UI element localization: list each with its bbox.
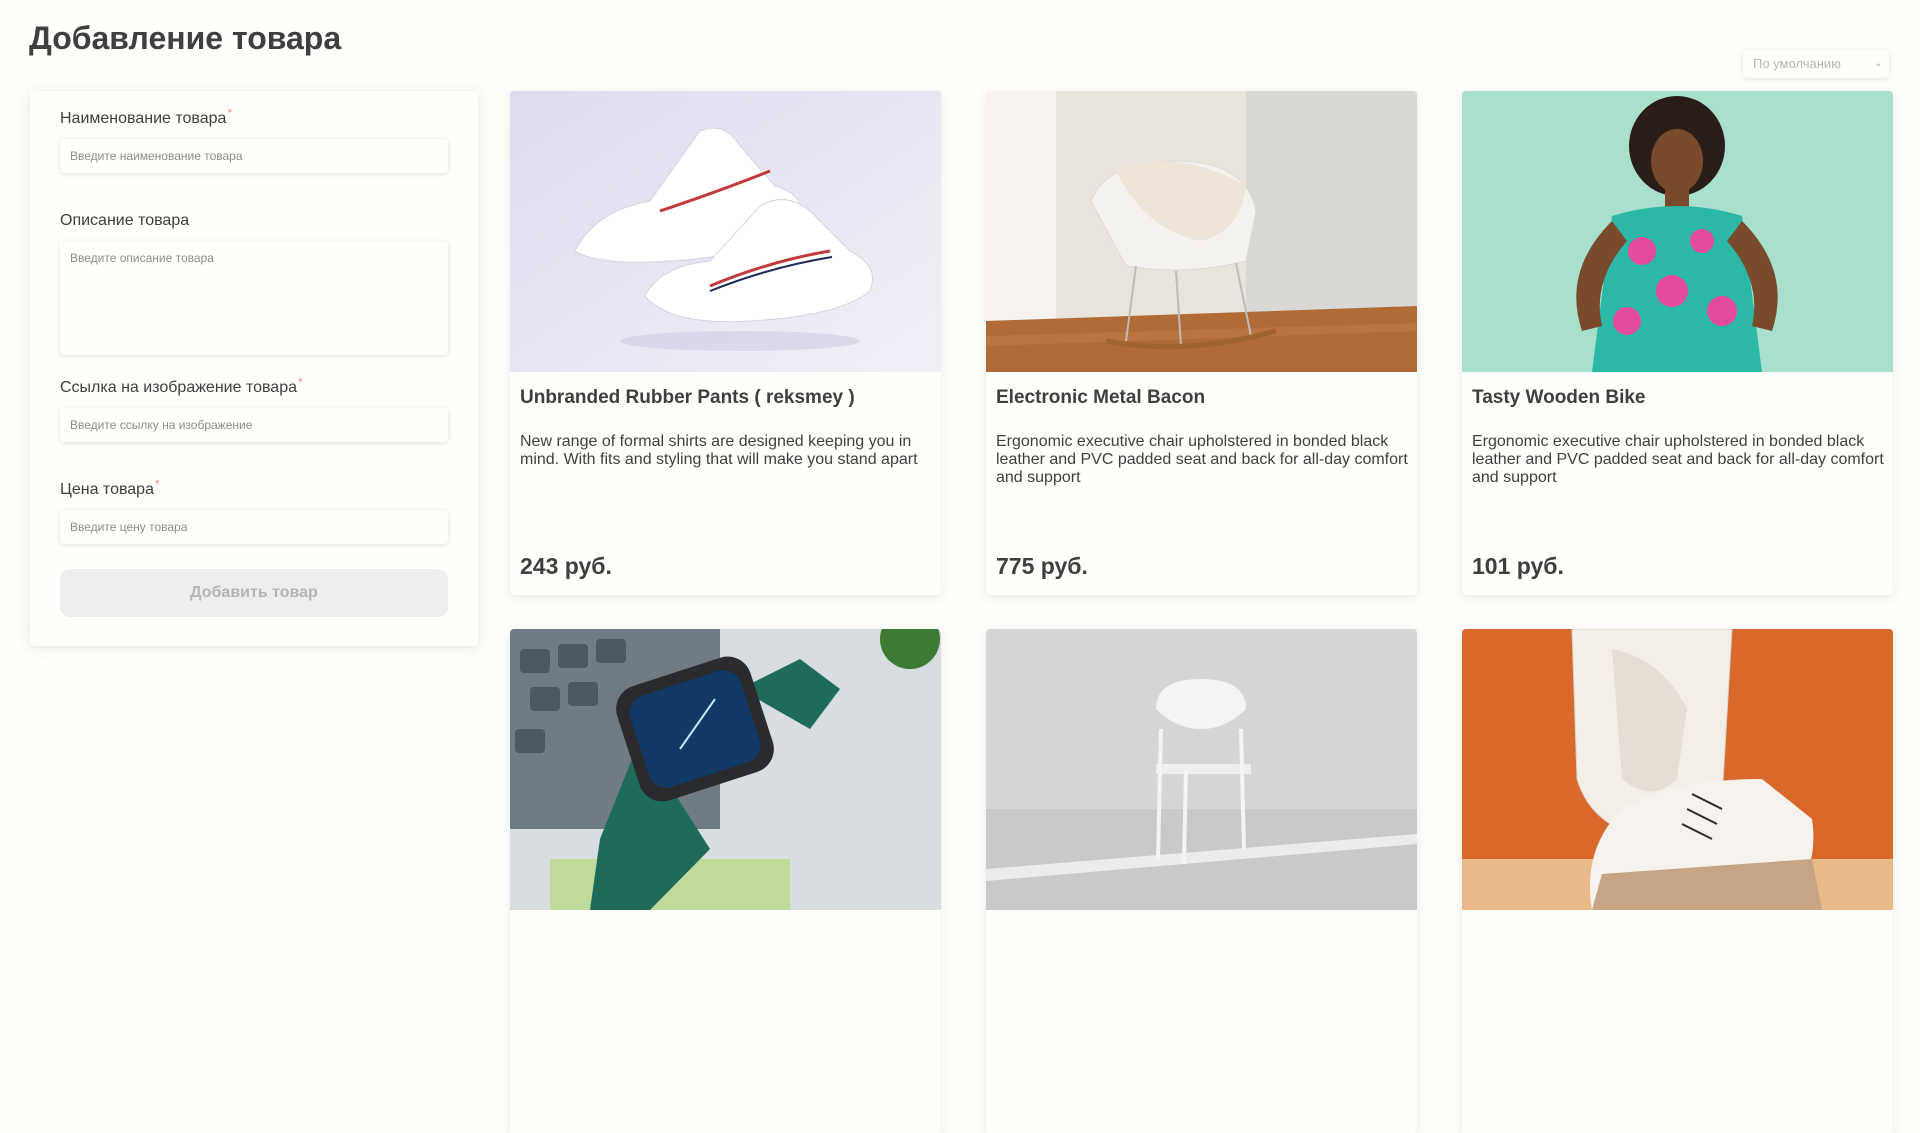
product-card[interactable]	[510, 629, 941, 1133]
required-mark: *	[154, 477, 160, 491]
product-card[interactable]: Tasty Wooden Bike Ergonomic executive ch…	[1462, 91, 1893, 595]
image-link-label: Ссылка на изображение товара*	[60, 375, 303, 396]
image-link-input[interactable]	[60, 408, 448, 442]
product-description: Ergonomic executive chair upholstered in…	[1472, 433, 1884, 486]
white-chair-image	[986, 629, 1417, 910]
product-card[interactable]	[1462, 629, 1893, 1133]
sort-selected-value: По умолчанию	[1753, 56, 1841, 71]
sort-select[interactable]: По умолчанию ⌄	[1743, 50, 1889, 78]
description-label: Описание товара	[60, 212, 190, 229]
product-title: Unbranded Rubber Pants ( reksmey )	[520, 387, 855, 408]
name-label: Наименование товара*	[60, 106, 233, 127]
product-title: Electronic Metal Bacon	[996, 387, 1206, 408]
price-label: Цена товара*	[60, 477, 160, 498]
required-mark: *	[227, 106, 233, 120]
product-price: 101 руб.	[1472, 553, 1564, 579]
product-description: Ergonomic executive chair upholstered in…	[996, 433, 1408, 486]
product-card[interactable]	[986, 629, 1417, 1133]
product-price: 243 руб.	[520, 553, 612, 579]
watch-image	[510, 629, 941, 910]
page-title: Добавление товара	[29, 20, 342, 56]
description-input[interactable]	[60, 241, 448, 355]
add-product-button[interactable]: Добавить товар	[60, 569, 448, 617]
add-product-form: Наименование товара* Описание товара Ссы…	[30, 91, 478, 646]
sneakers-image	[510, 91, 941, 372]
chair-image	[986, 91, 1417, 372]
chevron-down-icon: ⌄	[1873, 57, 1883, 69]
price-input[interactable]	[60, 510, 448, 544]
product-title: Tasty Wooden Bike	[1472, 387, 1646, 408]
dress-image	[1462, 91, 1893, 372]
product-price: 775 руб.	[996, 553, 1088, 579]
orange-sneaker-image	[1462, 629, 1893, 910]
product-description: New range of formal shirts are designed …	[520, 433, 918, 468]
name-input[interactable]	[60, 139, 448, 173]
required-mark: *	[298, 375, 303, 389]
product-card[interactable]: Unbranded Rubber Pants ( reksmey ) New r…	[510, 91, 941, 595]
product-card[interactable]: Electronic Metal Bacon Ergonomic executi…	[986, 91, 1417, 595]
